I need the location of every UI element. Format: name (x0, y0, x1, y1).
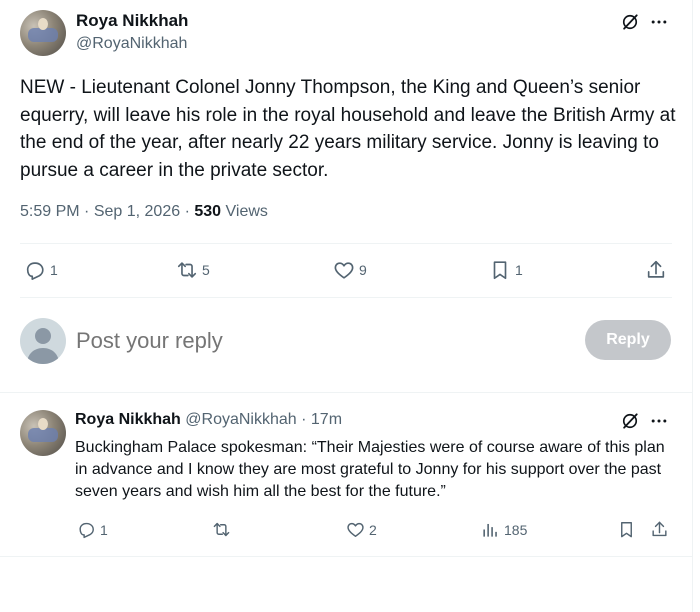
reply-button[interactable]: Reply (585, 320, 671, 360)
repost-icon (213, 522, 230, 537)
repost-icon (177, 262, 197, 278)
reply-bookmark-action[interactable] (617, 520, 636, 539)
reply-age[interactable]: 17m (311, 411, 342, 428)
bookmark-count: 1 (515, 262, 523, 278)
user-avatar[interactable] (20, 318, 66, 364)
like-icon (334, 262, 354, 279)
author-name[interactable]: Roya Nikkhah (76, 11, 188, 31)
reply-author-handle[interactable]: @RoyaNikkhah (185, 411, 296, 428)
divider (0, 556, 692, 557)
views-count: 530 (194, 203, 222, 220)
reply-icon (26, 262, 44, 280)
bookmark-icon (493, 261, 507, 280)
reply-share-action[interactable] (650, 520, 669, 539)
reply-header: Roya Nikkhah @RoyaNikkhah · 17m (75, 411, 343, 428)
more-icon[interactable] (648, 11, 670, 33)
grok-icon[interactable] (619, 410, 641, 432)
bookmark-icon (621, 522, 632, 538)
reply-views-count: 185 (504, 521, 528, 538)
tweet-date[interactable]: Sep 1, 2026 (94, 203, 180, 220)
share-action[interactable] (645, 259, 667, 281)
timeline-column: Roya Nikkhah @RoyaNikkhah NEW - Lieutena… (0, 0, 693, 612)
tweet-time[interactable]: 5:59 PM (20, 203, 80, 220)
reply-text: Buckingham Palace spokesman: “Their Maje… (75, 439, 665, 500)
grok-icon[interactable] (619, 11, 641, 33)
like-icon (347, 522, 364, 537)
reply-like-action[interactable]: 2 (346, 520, 377, 539)
author-avatar[interactable] (20, 10, 66, 56)
divider (0, 392, 692, 393)
views-label: Views (225, 203, 268, 220)
reply-reply-action[interactable]: 1 (77, 520, 108, 539)
divider (20, 243, 672, 244)
author-handle[interactable]: @RoyaNikkhah (76, 35, 187, 53)
divider (20, 297, 672, 298)
reply-input[interactable] (76, 325, 556, 357)
repost-count: 5 (202, 262, 210, 278)
reply-author-name[interactable]: Roya Nikkhah (75, 411, 181, 428)
like-action[interactable]: 9 (333, 259, 367, 281)
reply-count: 1 (50, 262, 58, 278)
bookmark-action[interactable]: 1 (489, 259, 523, 281)
reply-views-action[interactable]: 185 (481, 520, 527, 539)
share-icon (652, 521, 667, 537)
reply-icon (79, 522, 94, 539)
analytics-icon (483, 523, 497, 537)
tweet-meta: 5:59 PM · Sep 1, 2026 · 530 Views (20, 203, 268, 220)
reply-action[interactable]: 1 (24, 259, 58, 281)
like-count: 9 (359, 262, 367, 278)
repost-action[interactable]: 5 (176, 259, 210, 281)
reply-author-avatar[interactable] (20, 410, 66, 456)
share-icon (647, 260, 665, 278)
reply-like-count: 2 (369, 521, 377, 538)
tweet-text: NEW - Lieutenant Colonel Jonny Thompson,… (20, 77, 676, 181)
reply-repost-action[interactable] (212, 520, 235, 539)
reply-reply-count: 1 (100, 521, 108, 538)
more-icon[interactable] (648, 410, 670, 432)
